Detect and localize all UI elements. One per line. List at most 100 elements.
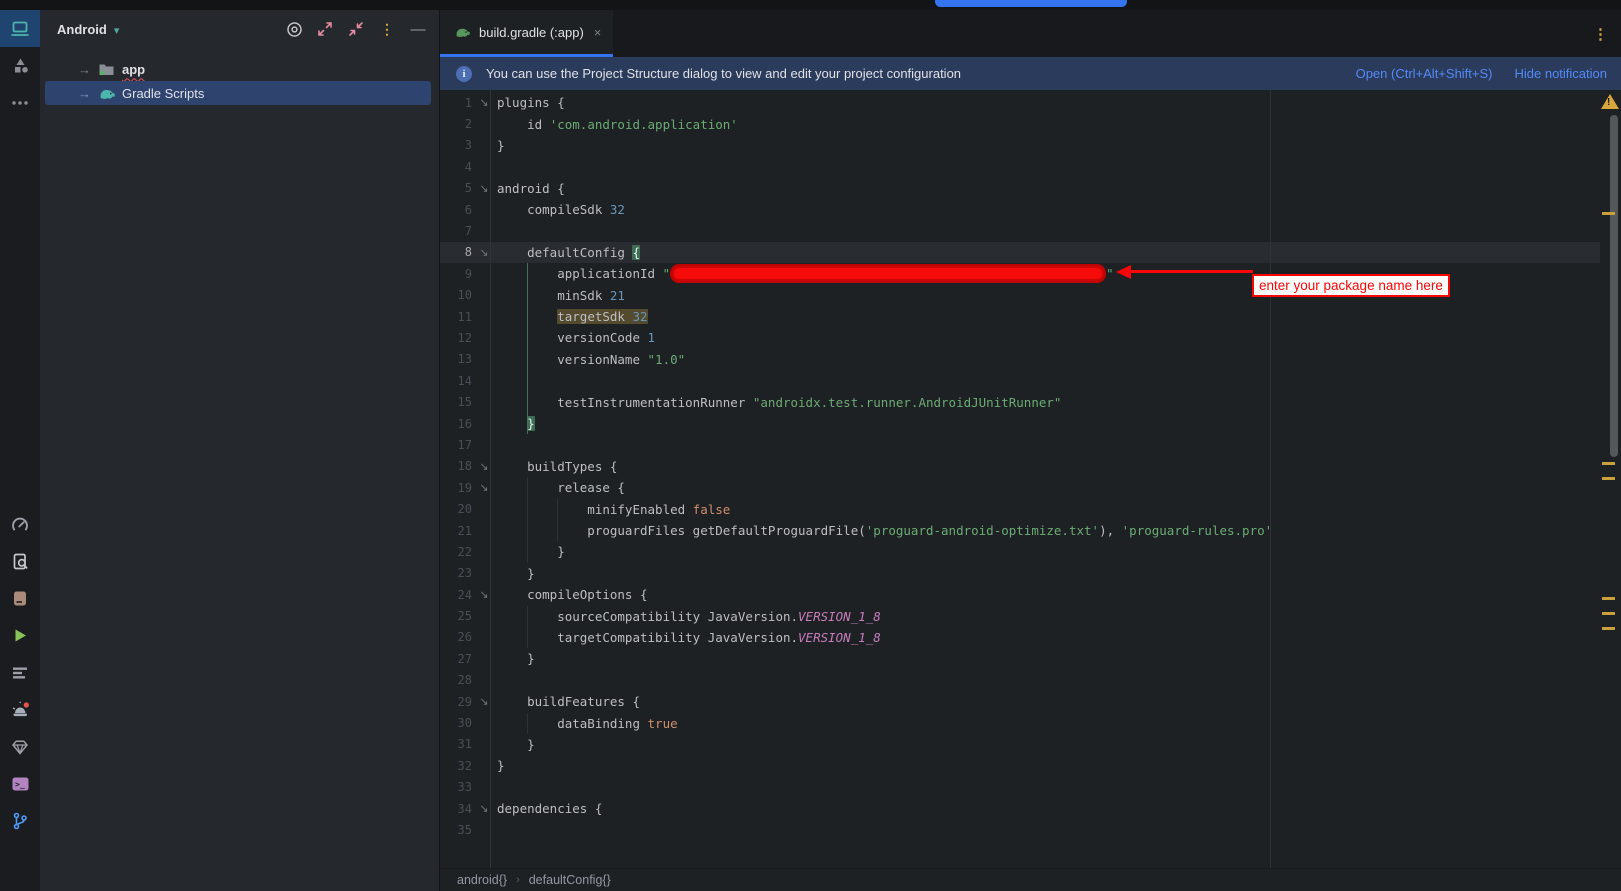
- line-number: 28: [440, 673, 472, 687]
- code-line-7[interactable]: 7: [440, 220, 1621, 241]
- code-line-3[interactable]: 3}: [440, 135, 1621, 156]
- fold-arrow-icon[interactable]: ↘: [472, 182, 496, 195]
- hide-notification-link[interactable]: Hide notification: [1515, 66, 1608, 81]
- code-line-17[interactable]: 17: [440, 434, 1621, 455]
- line-number: 10: [440, 288, 472, 302]
- open-project-structure-link[interactable]: Open (Ctrl+Alt+Shift+S): [1356, 66, 1493, 81]
- line-number: 21: [440, 524, 472, 538]
- code-line-13[interactable]: 13 versionName "1.0": [440, 349, 1621, 370]
- code-line-19[interactable]: 19↘ release {: [440, 477, 1621, 498]
- package-name-marker-box: [670, 264, 1106, 283]
- code-line-2[interactable]: 2 id 'com.android.application': [440, 113, 1621, 134]
- vertical-scrollbar[interactable]: [1610, 115, 1618, 457]
- tree-item-app[interactable]: → app: [40, 57, 439, 81]
- active-indent-guide: [527, 263, 528, 434]
- device-manager-button[interactable]: [0, 580, 40, 617]
- warning-stripe-mark[interactable]: [1602, 612, 1615, 615]
- code-line-33[interactable]: 33: [440, 777, 1621, 798]
- document-magnifier-icon: [12, 553, 29, 571]
- warning-stripe-mark[interactable]: [1602, 462, 1615, 465]
- code-line-32[interactable]: 32}: [440, 755, 1621, 776]
- chevron-down-icon[interactable]: ▾: [114, 24, 120, 37]
- warning-stripe-mark[interactable]: [1602, 477, 1615, 480]
- code-line-23[interactable]: 23 }: [440, 563, 1621, 584]
- line-number: 27: [440, 652, 472, 666]
- version-control-button[interactable]: [0, 802, 40, 839]
- warning-stripe-mark[interactable]: [1602, 627, 1615, 630]
- android-pane-button[interactable]: [0, 10, 40, 47]
- shapes-icon: [12, 57, 29, 74]
- code-line-15[interactable]: 15 testInstrumentationRunner "androidx.t…: [440, 391, 1621, 412]
- code-line-28[interactable]: 28: [440, 670, 1621, 691]
- code-line-29[interactable]: 29↘ buildFeatures {: [440, 691, 1621, 712]
- code-editor[interactable]: 1↘plugins {2 id 'com.android.application…: [440, 90, 1621, 868]
- breadcrumb-android[interactable]: android{}: [457, 873, 507, 887]
- more-tool-windows-button[interactable]: [0, 84, 40, 121]
- fold-arrow-icon[interactable]: ↘: [472, 481, 496, 494]
- code-line-5[interactable]: 5↘android {: [440, 178, 1621, 199]
- code-line-34[interactable]: 34↘dependencies {: [440, 798, 1621, 819]
- profiler-button[interactable]: [0, 506, 40, 543]
- code-line-21[interactable]: 21 proguardFiles getDefaultProguardFile(…: [440, 520, 1621, 541]
- code-line-24[interactable]: 24↘ compileOptions {: [440, 584, 1621, 605]
- logcat-button[interactable]: [0, 654, 40, 691]
- code-line-30[interactable]: 30 dataBinding true: [440, 712, 1621, 733]
- tree-item-label: app: [122, 62, 145, 77]
- expand-arrow-icon[interactable]: →: [78, 86, 98, 101]
- line-number: 30: [440, 716, 472, 730]
- notifications-button[interactable]: [0, 691, 40, 728]
- fold-arrow-icon[interactable]: ↘: [472, 588, 496, 601]
- warning-stripe-mark[interactable]: [1602, 212, 1615, 215]
- run-button[interactable]: [0, 617, 40, 654]
- fold-arrow-icon[interactable]: ↘: [472, 802, 496, 815]
- play-icon: [13, 628, 28, 643]
- app-inspection-button[interactable]: [0, 543, 40, 580]
- line-number: 23: [440, 566, 472, 580]
- expand-arrow-icon[interactable]: →: [78, 62, 98, 77]
- line-number: 4: [440, 160, 472, 174]
- code-line-22[interactable]: 22 }: [440, 541, 1621, 562]
- close-icon[interactable]: ×: [594, 25, 602, 40]
- tree-item-gradle-scripts[interactable]: → Gradle Scripts: [40, 81, 439, 105]
- locate-file-icon[interactable]: [285, 20, 303, 38]
- code-line-4[interactable]: 4: [440, 156, 1621, 177]
- inspections-warning-icon[interactable]: [1601, 94, 1619, 109]
- resource-manager-button[interactable]: [0, 47, 40, 84]
- gauge-icon: [11, 516, 29, 534]
- code-line-20[interactable]: 20 minifyEnabled false: [440, 498, 1621, 519]
- line-number: 32: [440, 759, 472, 773]
- line-number: 16: [440, 417, 472, 431]
- hide-panel-icon[interactable]: —: [409, 20, 427, 38]
- line-number: 2: [440, 117, 472, 131]
- code-line-12[interactable]: 12 versionCode 1: [440, 327, 1621, 348]
- code-line-16[interactable]: 16 }: [440, 413, 1621, 434]
- code-line-27[interactable]: 27 }: [440, 648, 1621, 669]
- code-line-11[interactable]: 11 targetSdk 32: [440, 306, 1621, 327]
- collapse-all-icon[interactable]: [347, 20, 365, 38]
- kebab-menu-icon[interactable]: ⋮: [1593, 25, 1621, 43]
- device-icon: [12, 590, 28, 607]
- fold-arrow-icon[interactable]: ↘: [472, 96, 496, 109]
- code-line-26[interactable]: 26 targetCompatibility JavaVersion.VERSI…: [440, 627, 1621, 648]
- app-quality-insights-button[interactable]: [0, 728, 40, 765]
- options-menu-icon[interactable]: ⋮: [378, 20, 396, 38]
- code-line-31[interactable]: 31 }: [440, 734, 1621, 755]
- gradle-elephant-icon: [98, 87, 118, 100]
- project-view-selector[interactable]: Android: [57, 22, 107, 37]
- indent-guide: [527, 713, 528, 734]
- code-line-35[interactable]: 35: [440, 819, 1621, 840]
- fold-arrow-icon[interactable]: ↘: [472, 246, 496, 259]
- breadcrumb-defaultconfig[interactable]: defaultConfig{}: [529, 873, 611, 887]
- fold-arrow-icon[interactable]: ↘: [472, 460, 496, 473]
- code-line-18[interactable]: 18↘ buildTypes {: [440, 456, 1621, 477]
- terminal-button[interactable]: >_: [0, 765, 40, 802]
- code-line-1[interactable]: 1↘plugins {: [440, 92, 1621, 113]
- code-line-8[interactable]: 8↘ defaultConfig {: [440, 242, 1600, 263]
- code-line-6[interactable]: 6 compileSdk 32: [440, 199, 1621, 220]
- fold-arrow-icon[interactable]: ↘: [472, 695, 496, 708]
- expand-all-icon[interactable]: [316, 20, 334, 38]
- code-line-14[interactable]: 14: [440, 370, 1621, 391]
- tab-build-gradle-app[interactable]: build.gradle (:app) ×: [440, 10, 613, 57]
- code-line-25[interactable]: 25 sourceCompatibility JavaVersion.VERSI…: [440, 605, 1621, 626]
- warning-stripe-mark[interactable]: [1602, 597, 1615, 600]
